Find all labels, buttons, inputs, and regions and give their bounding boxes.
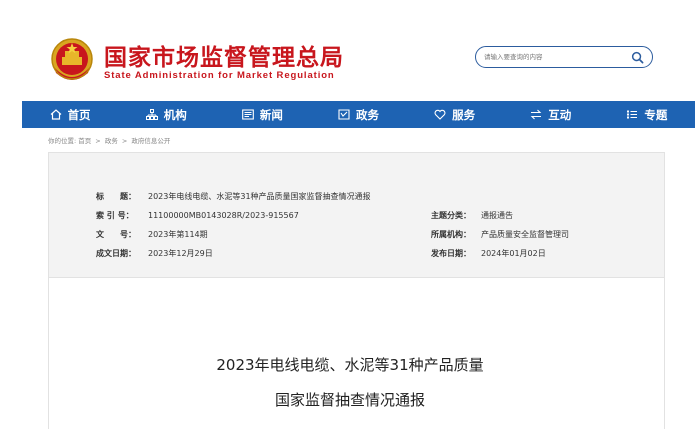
nav-item-service[interactable]: 服务 — [407, 101, 503, 128]
document-meta-panel: 标 题： 2023年电线电缆、水泥等31种产品质量国家监督抽查情况通报 索 引 号… — [48, 152, 665, 278]
meta-created-label: 成文日期： — [96, 249, 136, 258]
news-icon — [241, 109, 254, 120]
search-input[interactable] — [484, 50, 624, 64]
breadcrumb-prefix: 你的位置: — [48, 137, 77, 145]
nav-label: 机构 — [163, 107, 187, 122]
meta-docno-row: 文 号： 2023年第114期 — [96, 229, 208, 240]
nav-label: 首页 — [67, 107, 91, 122]
list-icon — [627, 110, 638, 119]
document-title-line1: 2023年电线电缆、水泥等31种产品质量 — [216, 356, 484, 374]
nav-label: 互动 — [548, 107, 572, 122]
meta-published-row: 发布日期： 2024年01月02日 — [431, 248, 546, 259]
meta-published-value: 2024年01月02日 — [481, 249, 546, 258]
meta-index-label: 索 引 号： — [96, 211, 134, 220]
meta-title-value: 2023年电线电缆、水泥等31种产品质量国家监督抽查情况通报 — [148, 192, 371, 201]
exchange-icon — [530, 109, 542, 120]
nav-item-interact[interactable]: 互动 — [503, 101, 599, 128]
site-title: 国家市场监督管理总局 — [104, 45, 344, 71]
nav-item-news[interactable]: 新闻 — [214, 101, 310, 128]
nav-item-topics[interactable]: 专题 — [599, 101, 695, 128]
meta-index-value: 11100000MB0143028R/2023-915567 — [148, 211, 299, 220]
meta-title-label: 标 题： — [96, 192, 136, 201]
meta-topic-value: 通报通告 — [481, 211, 513, 220]
site-subtitle: State Administration for Market Regulati… — [104, 70, 335, 81]
meta-index-row: 索 引 号： 11100000MB0143028R/2023-915567 — [96, 210, 299, 221]
breadcrumb-sep: > — [121, 137, 128, 145]
nav-label: 政务 — [355, 107, 379, 122]
nav-label: 服务 — [452, 107, 476, 122]
breadcrumb: 你的位置: 首页 > 政务 > 政府信息公开 — [48, 135, 172, 145]
search-icon[interactable] — [631, 51, 644, 64]
home-icon — [50, 109, 61, 120]
breadcrumb-link-gov[interactable]: 政务 — [105, 137, 118, 145]
meta-published-label: 发布日期： — [431, 249, 471, 258]
gov-icon — [338, 109, 350, 120]
nav-item-gov[interactable]: 政务 — [310, 101, 406, 128]
main-nav: 首页 机构 新闻 政务 服务 互动 专题 — [22, 101, 695, 128]
nav-label: 专题 — [644, 107, 668, 122]
nav-item-org[interactable]: 机构 — [118, 101, 214, 128]
meta-agency-label: 所属机构： — [431, 230, 471, 239]
meta-agency-value: 产品质量安全监督管理司 — [481, 230, 569, 239]
nav-label: 新闻 — [259, 107, 283, 122]
meta-created-row: 成文日期： 2023年12月29日 — [96, 248, 213, 259]
heart-icon — [434, 109, 446, 120]
search-box — [475, 46, 653, 68]
document-title-line2: 国家监督抽查情况通报 — [274, 391, 425, 409]
meta-docno-label: 文 号： — [96, 230, 136, 239]
meta-docno-value: 2023年第114期 — [148, 230, 208, 239]
breadcrumb-link-home[interactable]: 首页 — [78, 137, 91, 145]
meta-topic-label: 主题分类： — [431, 211, 471, 220]
meta-topic-row: 主题分类： 通报通告 — [431, 210, 513, 221]
site-header: 国家市场监督管理总局 State Administration for Mark… — [0, 0, 700, 100]
breadcrumb-link-info[interactable]: 政府信息公开 — [131, 137, 170, 145]
national-emblem-icon — [51, 38, 93, 80]
meta-created-value: 2023年12月29日 — [148, 249, 213, 258]
org-icon — [145, 109, 158, 120]
meta-agency-row: 所属机构： 产品质量安全监督管理司 — [431, 229, 569, 240]
breadcrumb-sep: > — [95, 137, 101, 145]
nav-item-home[interactable]: 首页 — [22, 101, 118, 128]
meta-title-row: 标 题： 2023年电线电缆、水泥等31种产品质量国家监督抽查情况通报 — [96, 191, 371, 202]
